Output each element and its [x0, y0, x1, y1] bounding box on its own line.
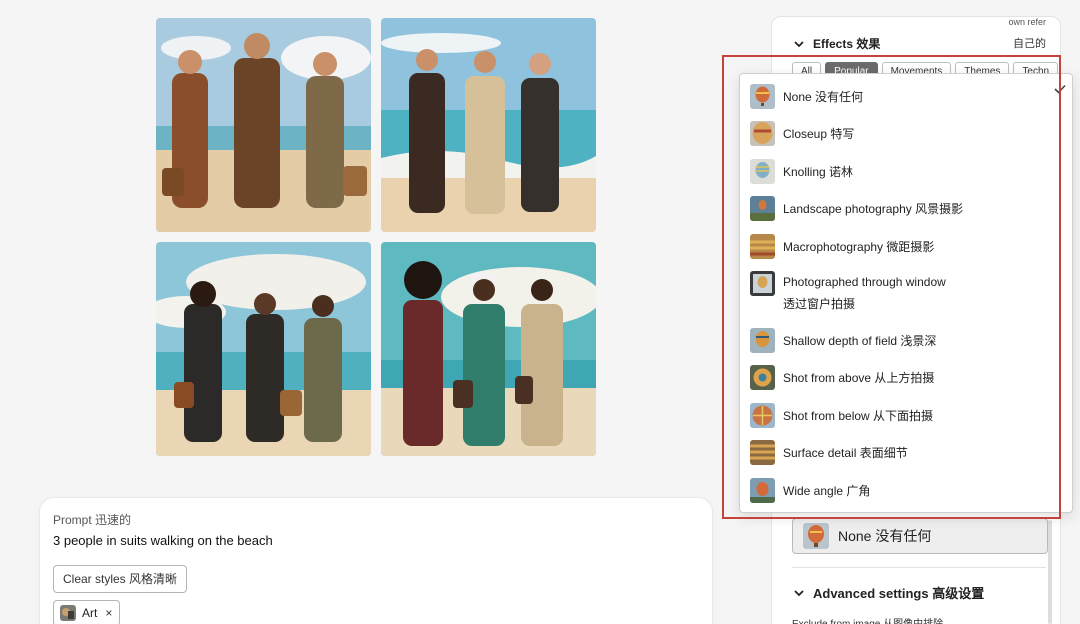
- balloon-thumbnail-icon: [750, 84, 775, 109]
- generated-image-1[interactable]: [156, 18, 371, 232]
- effect-option-wide-angle[interactable]: Wide angle 广角: [750, 478, 870, 503]
- balloon-thumbnail-icon: [750, 121, 775, 146]
- effect-option-label-group: Photographed through window 透过窗户拍摄: [783, 271, 946, 315]
- effects-dropdown: None 没有任何 Closeup 特写 Knolling 诺林 Landsca…: [739, 73, 1073, 513]
- prompt-input[interactable]: 3 people in suits walking on the beach: [53, 533, 273, 548]
- app-root: Prompt 迅速的 3 people in suits walking on …: [0, 0, 1080, 624]
- panel-scrollbar[interactable]: [1048, 520, 1052, 624]
- selected-effect-label: None 没有任何: [838, 528, 932, 544]
- balloon-thumbnail-icon: [750, 403, 775, 428]
- balloon-thumbnail-icon: [750, 271, 775, 296]
- effect-option-label: Surface detail 表面细节: [783, 446, 908, 460]
- effect-option-label: Closeup 特写: [783, 127, 855, 141]
- effect-option-through-window[interactable]: Photographed through window 透过窗户拍摄: [750, 271, 946, 315]
- panel-truncated-text: own refer: [1008, 17, 1046, 27]
- effect-option-label: Shot from below 从下面拍摄: [783, 409, 934, 423]
- image-grid: [156, 18, 596, 458]
- generated-image-4[interactable]: [381, 242, 596, 456]
- balloon-thumbnail-icon: [750, 365, 775, 390]
- effect-option-surface-detail[interactable]: Surface detail 表面细节: [750, 440, 908, 465]
- exclude-label: Exclude from image 从图像中排除: [792, 615, 943, 624]
- effect-option-landscape-photography[interactable]: Landscape photography 风景摄影: [750, 196, 963, 221]
- chip-label: Art: [82, 606, 98, 620]
- effect-option-label: None 没有任何: [783, 90, 864, 104]
- balloon-thumbnail-icon: [750, 440, 775, 465]
- prompt-label: Prompt 迅速的: [53, 513, 132, 527]
- close-icon[interactable]: ×: [105, 606, 112, 620]
- effects-title: Effects 效果: [813, 37, 881, 51]
- effect-option-macrophotography[interactable]: Macrophotography 微距摄影: [750, 234, 934, 259]
- chevron-down-icon: [794, 40, 804, 47]
- advanced-settings-header[interactable]: Advanced settings 高级设置: [794, 583, 984, 602]
- effect-option-label-cn: 透过窗户拍摄: [783, 297, 856, 311]
- art-thumbnail-icon: [60, 605, 76, 621]
- checkmark-icon: [1054, 84, 1066, 94]
- effect-option-shot-from-above[interactable]: Shot from above 从上方拍摄: [750, 365, 934, 390]
- advanced-settings-title: Advanced settings 高级设置: [813, 586, 985, 601]
- effect-option-label: Knolling 诺林: [783, 165, 854, 179]
- beach-scene-image: [381, 18, 596, 232]
- clear-styles-button[interactable]: Clear styles 风格清晰: [53, 565, 188, 593]
- beach-scene-image: [156, 18, 371, 232]
- effect-option-closeup[interactable]: Closeup 特写: [750, 121, 854, 146]
- generated-image-2[interactable]: [381, 18, 596, 232]
- effect-option-knolling[interactable]: Knolling 诺林: [750, 159, 853, 184]
- effect-option-shot-from-below[interactable]: Shot from below 从下面拍摄: [750, 403, 933, 428]
- effect-option-label: Photographed through window: [783, 275, 946, 289]
- balloon-thumbnail-icon: [803, 523, 829, 549]
- effect-option-label: Landscape photography 风景摄影: [783, 202, 964, 216]
- effect-option-none[interactable]: None 没有任何: [750, 84, 863, 109]
- effect-option-label: Macrophotography 微距摄影: [783, 240, 935, 254]
- beach-scene-image: [156, 242, 371, 456]
- effect-option-label: Shot from above 从上方拍摄: [783, 371, 935, 385]
- prompt-card: Prompt 迅速的 3 people in suits walking on …: [40, 498, 712, 624]
- generated-image-3[interactable]: [156, 242, 371, 456]
- chevron-down-icon: [794, 589, 804, 596]
- effect-option-label: Wide angle 广角: [783, 484, 871, 498]
- balloon-thumbnail-icon: [750, 234, 775, 259]
- effect-option-shallow-depth[interactable]: Shallow depth of field 浅景深: [750, 328, 936, 353]
- balloon-thumbnail-icon: [750, 159, 775, 184]
- panel-divider: [792, 567, 1046, 568]
- effects-section-header[interactable]: Effects 效果: [794, 35, 880, 52]
- effect-option-label: Shallow depth of field 浅景深: [783, 334, 937, 348]
- selected-effect-field[interactable]: None 没有任何: [792, 518, 1048, 554]
- balloon-thumbnail-icon: [750, 196, 775, 221]
- panel-cn-text: 自己的: [1013, 38, 1046, 50]
- balloon-thumbnail-icon: [750, 328, 775, 353]
- beach-scene-image: [381, 242, 596, 456]
- balloon-thumbnail-icon: [750, 478, 775, 503]
- style-chip-art[interactable]: Art ×: [53, 600, 120, 624]
